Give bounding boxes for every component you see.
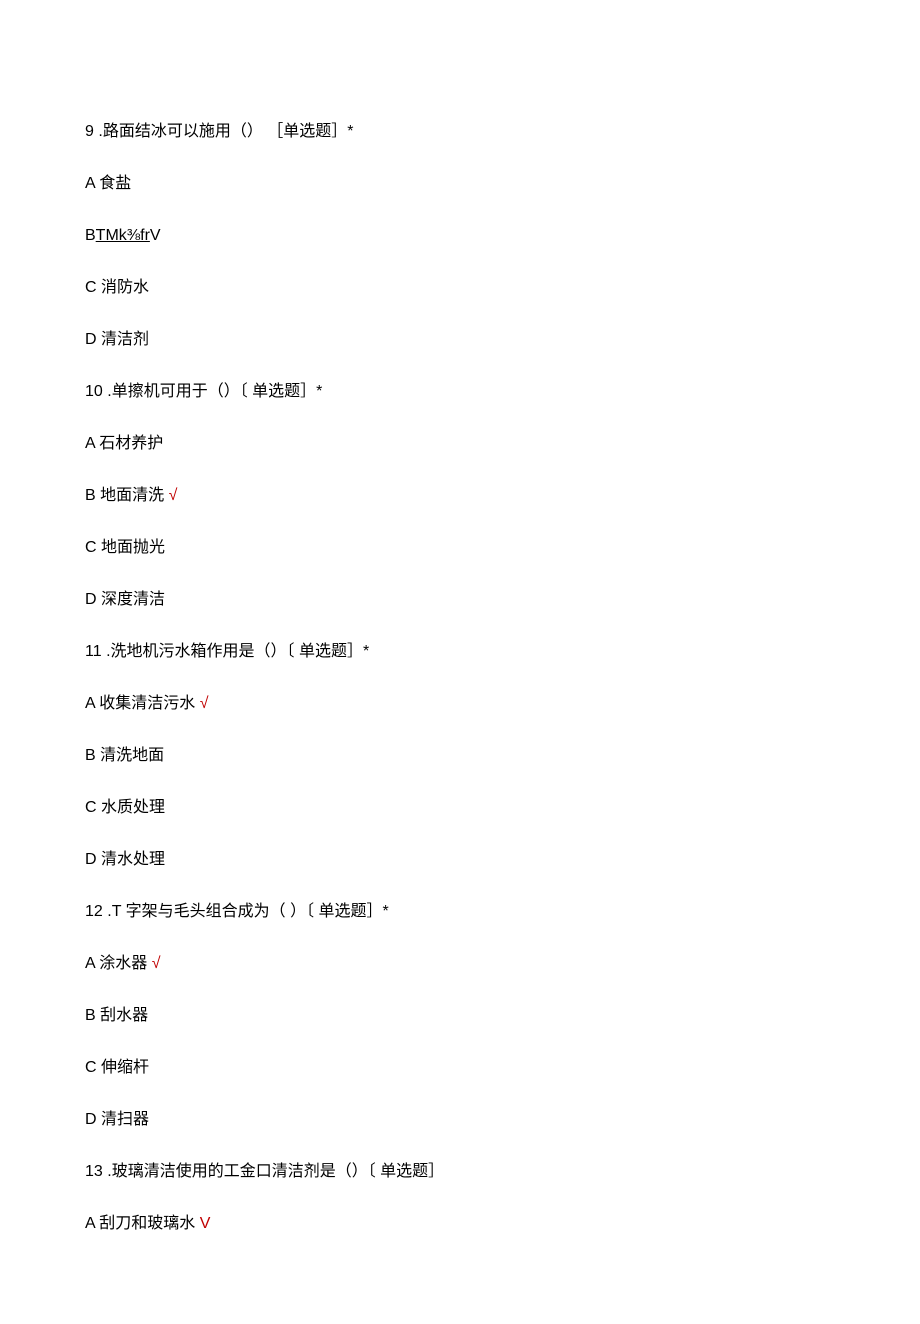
question-11-stem: 11 .洗地机污水箱作用是（）〔 单选题］* — [85, 640, 835, 664]
option-text: 深度清洁 — [101, 591, 165, 608]
option-text: 消防水 — [101, 279, 149, 296]
option-label: B — [85, 747, 96, 764]
option-text: 涂水器 — [99, 955, 147, 972]
question-number: 10 — [85, 383, 103, 400]
question-10-option-d: D 深度清洁 — [85, 588, 835, 612]
option-text: 地面清洗 — [100, 487, 164, 504]
check-icon: √ — [200, 695, 209, 712]
option-label: A — [85, 1215, 95, 1232]
option-label: D — [85, 1111, 97, 1128]
check-icon: V — [200, 1215, 211, 1232]
question-11-option-a: A 收集清洁污水 √ — [85, 692, 835, 716]
option-text: 石材养护 — [99, 435, 163, 452]
option-label: D — [85, 331, 97, 348]
question-11-option-d: D 清水处理 — [85, 848, 835, 872]
option-label: D — [85, 851, 97, 868]
question-12-stem: 12 .T 字架与毛头组合成为（ ）〔 单选题］* — [85, 900, 835, 924]
question-9-option-b: BTMk⅜frV — [85, 224, 835, 248]
option-text: 清水处理 — [101, 851, 165, 868]
question-10-option-b: B 地面清洗 √ — [85, 484, 835, 508]
option-text: 清扫器 — [101, 1111, 149, 1128]
option-text: 清洗地面 — [100, 747, 164, 764]
option-label: B — [85, 1007, 96, 1024]
question-12-option-b: B 刮水器 — [85, 1004, 835, 1028]
option-label: A — [85, 435, 95, 452]
question-text: 玻璃清洁使用的工金口清洁剂是（）〔 单选题］ — [112, 1163, 444, 1180]
option-label: B — [85, 227, 96, 244]
question-9-option-d: D 清洁剂 — [85, 328, 835, 352]
check-icon: √ — [152, 955, 161, 972]
question-11-option-c: C 水质处理 — [85, 796, 835, 820]
question-9-option-a: A 食盐 — [85, 172, 835, 196]
option-label: A — [85, 695, 95, 712]
question-9-option-c: C 消防水 — [85, 276, 835, 300]
question-10-option-c: C 地面抛光 — [85, 536, 835, 560]
question-number: 11 — [85, 643, 102, 660]
question-text: T 字架与毛头组合成为（ ）〔 单选题］* — [112, 903, 389, 920]
option-text: 清洁剂 — [101, 331, 149, 348]
question-10-stem: 10 .单擦机可用于（）〔 单选题］* — [85, 380, 835, 404]
question-number: 13 — [85, 1163, 103, 1180]
question-11-option-b: B 清洗地面 — [85, 744, 835, 768]
option-text: 地面抛光 — [101, 539, 165, 556]
question-number: 9 — [85, 123, 94, 140]
question-13-stem: 13 .玻璃清洁使用的工金口清洁剂是（）〔 单选题］ — [85, 1160, 835, 1184]
question-text: 路面结冰可以施用（） ［单选题］* — [103, 123, 354, 140]
option-text: TMk⅜fr — [96, 227, 150, 244]
option-label: D — [85, 591, 97, 608]
question-13-option-a: A 刮刀和玻璃水 V — [85, 1212, 835, 1236]
check-icon: √ — [169, 487, 178, 504]
check-icon: V — [150, 227, 161, 244]
question-text: 洗地机污水箱作用是（）〔 单选题］* — [111, 643, 370, 660]
question-12-option-a: A 涂水器 √ — [85, 952, 835, 976]
option-label: C — [85, 279, 97, 296]
question-9-stem: 9 .路面结冰可以施用（） ［单选题］* — [85, 120, 835, 144]
option-label: B — [85, 487, 96, 504]
option-text: 刮水器 — [100, 1007, 148, 1024]
option-label: C — [85, 1059, 97, 1076]
question-10-option-a: A 石材养护 — [85, 432, 835, 456]
option-label: A — [85, 175, 95, 192]
option-text: 食盐 — [99, 175, 131, 192]
option-label: A — [85, 955, 95, 972]
question-12-option-c: C 伸缩杆 — [85, 1056, 835, 1080]
option-text: 伸缩杆 — [101, 1059, 149, 1076]
option-label: C — [85, 539, 97, 556]
option-text: 收集清洁污水 — [99, 695, 195, 712]
question-text: 单擦机可用于（）〔 单选题］* — [112, 383, 323, 400]
option-label: C — [85, 799, 97, 816]
question-number: 12 — [85, 903, 103, 920]
option-text: 刮刀和玻璃水 — [99, 1215, 195, 1232]
option-text: 水质处理 — [101, 799, 165, 816]
question-12-option-d: D 清扫器 — [85, 1108, 835, 1132]
